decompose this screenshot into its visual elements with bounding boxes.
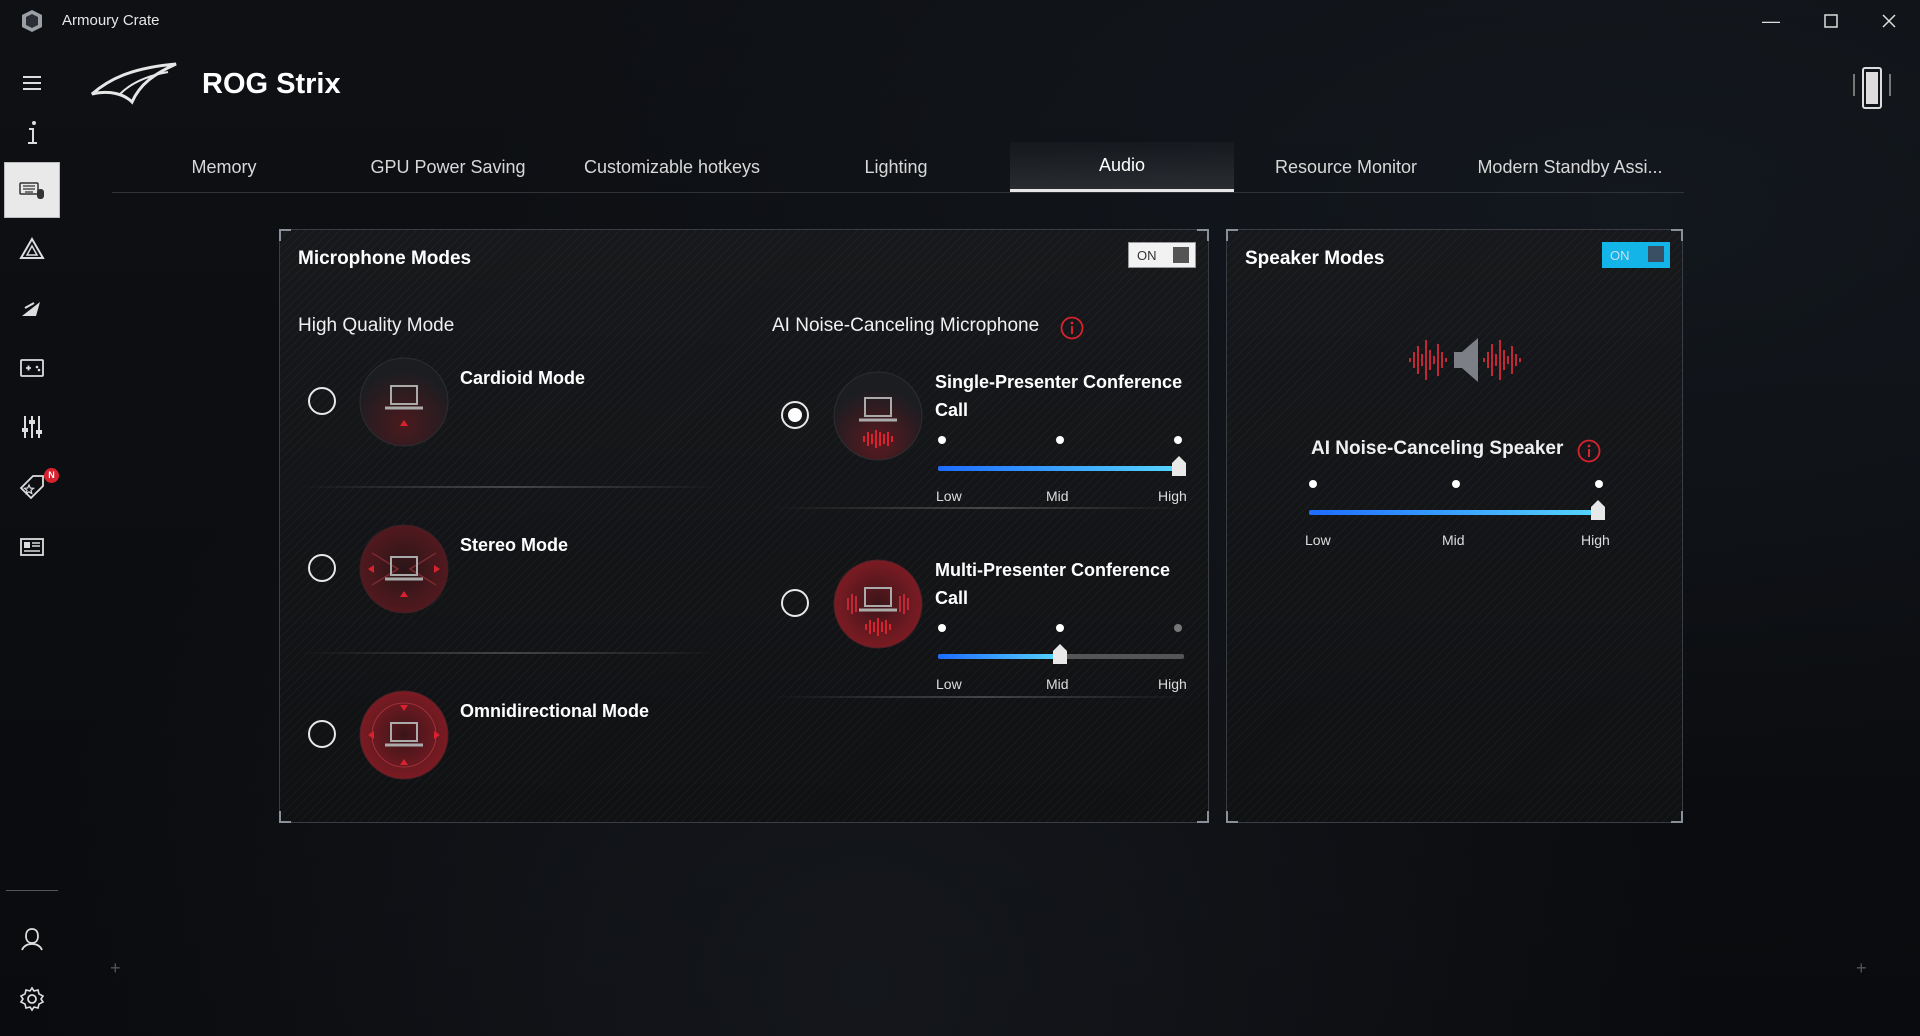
maximize-button[interactable] [1802, 0, 1860, 42]
tab-customizable-hotkeys[interactable]: Customizable hotkeys [560, 142, 784, 192]
corner-marker: + [110, 958, 121, 978]
sidebar-item-deals[interactable]: N [2, 460, 62, 514]
panel-title: Speaker Modes [1245, 248, 1385, 269]
tab-gpu-power-saving[interactable]: GPU Power Saving [336, 142, 560, 192]
sidebar-item-aura[interactable] [2, 222, 62, 276]
info-icon[interactable] [1060, 316, 1084, 340]
multi-presenter-label-line1: Multi-Presenter Conference [935, 560, 1171, 580]
tab-lighting[interactable]: Lighting [784, 142, 1008, 192]
multi-presenter-label-line2: Call [935, 588, 969, 608]
close-icon [1882, 14, 1896, 28]
slider-low-label: Low [936, 488, 962, 504]
sidebar-item-game-library[interactable] [2, 340, 62, 394]
sidebar-item-device-info[interactable] [2, 106, 62, 160]
single-presenter-radio[interactable] [781, 401, 809, 429]
single-presenter-label-line2: Call [935, 400, 969, 420]
sidebar-item-settings-sliders[interactable] [2, 400, 62, 454]
omnidirectional-mode-label: Omnidirectional Mode [460, 701, 650, 721]
armoury-crate-logo-icon [22, 10, 42, 32]
multi-presenter-level-slider[interactable]: Low Mid High [936, 624, 1187, 704]
single-presenter-level-slider[interactable]: Low Mid High [936, 436, 1187, 516]
slider-mid-label: Mid [1442, 532, 1465, 548]
single-presenter-label-line1: Single-Presenter Conference [935, 372, 1183, 392]
user-account-icon [21, 928, 43, 951]
high-quality-mode-title: High Quality Mode [298, 315, 455, 336]
sidebar-item-user[interactable] [2, 912, 62, 966]
sidebar-item-settings[interactable] [2, 972, 62, 1026]
stereo-mode-label: Stereo Mode [460, 535, 569, 555]
equalizer-icon [22, 416, 42, 438]
speaker-level-slider[interactable]: Low Mid High [1305, 480, 1610, 560]
notification-badge: N [44, 468, 59, 483]
device-name: ROG Strix [202, 68, 341, 100]
microphone-modes-panel: Microphone Modes ON High Quality Mode AI… [279, 229, 1209, 823]
hamburger-icon [23, 76, 41, 90]
cardioid-mode-label: Cardioid Mode [460, 368, 585, 388]
speaker-noise-canceling-icon [1409, 338, 1521, 382]
slash-logo-icon [22, 302, 40, 316]
aura-triangle-icon [19, 237, 45, 259]
info-i-icon [28, 121, 37, 144]
slider-mid-label: Mid [1046, 488, 1069, 504]
menu-button[interactable] [2, 56, 62, 110]
separator [772, 507, 1192, 509]
slider-high-label: High [1158, 676, 1187, 692]
minimize-icon: — [1762, 10, 1780, 31]
tab-audio[interactable]: Audio [1010, 142, 1234, 192]
separator [300, 486, 720, 488]
tab-resource-monitor[interactable]: Resource Monitor [1234, 142, 1458, 192]
slider-low-label: Low [1305, 532, 1331, 548]
cardioid-mode-radio[interactable] [308, 387, 336, 415]
device-phone-icon[interactable] [1852, 66, 1892, 110]
toggle-label: ON [1610, 247, 1630, 263]
microphone-toggle[interactable]: ON [1128, 242, 1196, 268]
sidebar-divider [6, 890, 58, 891]
single-presenter-label: Single-Presenter Conference Call [935, 368, 1182, 424]
gear-icon [19, 986, 45, 1012]
speaker-toggle[interactable]: ON [1602, 242, 1670, 268]
sidebar: N [0, 42, 64, 1036]
slider-high-label: High [1158, 488, 1187, 504]
info-icon[interactable] [1577, 439, 1601, 463]
omnidirectional-mode-radio[interactable] [308, 720, 336, 748]
sidebar-item-scenario[interactable] [2, 282, 62, 336]
window-title: Armoury Crate [62, 12, 160, 29]
separator [772, 696, 1192, 698]
close-button[interactable] [1860, 0, 1918, 42]
ai-noise-canceling-speaker-title: AI Noise-Canceling Speaker [1311, 438, 1564, 459]
slider-low-label: Low [936, 676, 962, 692]
minimize-button[interactable]: — [1742, 0, 1800, 42]
toggle-label: ON [1137, 247, 1157, 263]
speaker-modes-panel: Speaker Modes ON AI Noise-Canceling Spea… [1226, 229, 1683, 823]
maximize-icon [1824, 14, 1838, 28]
slider-high-label: High [1581, 532, 1610, 548]
multi-presenter-radio[interactable] [781, 589, 809, 617]
sidebar-item-news[interactable] [2, 520, 62, 574]
panel-title: Microphone Modes [298, 248, 472, 269]
tag-star-icon [19, 475, 44, 500]
tab-bar: Memory GPU Power Saving Customizable hot… [112, 142, 1684, 193]
separator [300, 652, 720, 654]
keyboard-mouse-icon [19, 182, 44, 199]
title-bar: Armoury Crate — [0, 0, 1920, 42]
multi-presenter-label: Multi-Presenter Conference Call [935, 556, 1170, 612]
stereo-mode-icon [359, 524, 449, 614]
news-icon [20, 538, 44, 556]
multi-presenter-icon [833, 559, 923, 649]
ai-noise-canceling-mic-title: AI Noise-Canceling Microphone [772, 315, 1040, 336]
omnidirectional-mode-icon [359, 690, 449, 780]
cardioid-mode-icon [359, 357, 449, 447]
gamepad-folder-icon [20, 359, 44, 377]
stereo-mode-radio[interactable] [308, 554, 336, 582]
tab-modern-standby[interactable]: Modern Standby Assi... [1458, 142, 1682, 192]
slider-mid-label: Mid [1046, 676, 1069, 692]
single-presenter-icon [833, 371, 923, 461]
tab-memory[interactable]: Memory [112, 142, 336, 192]
sidebar-item-device[interactable] [4, 162, 60, 218]
corner-marker: + [1856, 958, 1867, 978]
rog-logo [91, 62, 177, 105]
